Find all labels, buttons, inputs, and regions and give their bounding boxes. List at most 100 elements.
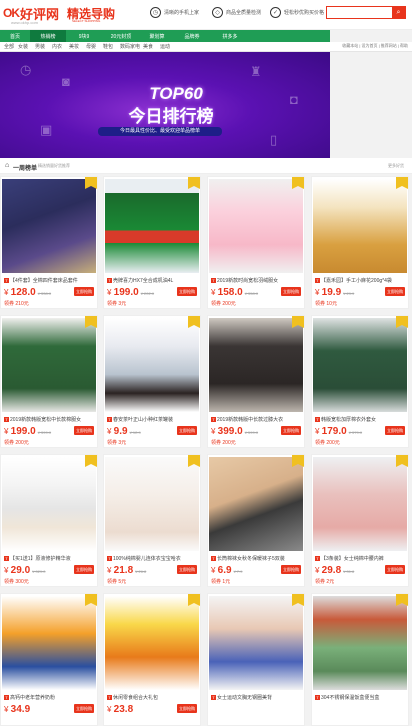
product-image[interactable] [209, 318, 303, 412]
buy-now-button[interactable]: 立即抢购 [177, 287, 197, 296]
coupon-label[interactable]: 领券 200元 [315, 439, 340, 446]
clock-icon: ◷ [20, 62, 32, 77]
product-card[interactable]: T 【嘉禾园】手工小麻花200g*4袋 ¥ 19.9 ¥ 29.9 立即抢购 领券 10元 [311, 176, 409, 309]
nav-item-9-9[interactable]: 9块9 [66, 30, 102, 42]
coupon-label[interactable]: 领券 1元 [211, 578, 230, 585]
product-title[interactable]: T 【3条装】女士纯棉中腰内裤 [315, 555, 407, 563]
nav-item-20[interactable]: 20元封顶 [102, 30, 140, 42]
category-digital[interactable]: 数码家电 [120, 43, 140, 50]
buy-now-button[interactable]: 立即抢购 [177, 426, 197, 435]
product-card[interactable]: T 春安茶叶正山小种红茶罐装 ¥ 9.9 ¥ 12.9 立即抢购 领券 3元 [103, 315, 201, 448]
site-logo[interactable]: OK 好评网 www.okhp.com [3, 2, 59, 25]
buy-now-button[interactable]: 立即抢购 [74, 426, 94, 435]
coupon-label[interactable]: 领券 2元 [315, 578, 334, 585]
product-card[interactable]: T 【买1送1】原液修护精华液 ¥ 29.0 ¥ 329.0 立即抢购 领券 300元 [0, 454, 98, 587]
product-card[interactable]: T 休闲零食组合大礼包 ¥ 23.8 立即抢购 [103, 593, 201, 726]
category-underwear[interactable]: 内衣 [52, 43, 62, 50]
product-title[interactable]: T 304不锈钢保温饭盒便当盒 [315, 694, 407, 702]
product-image[interactable] [2, 318, 96, 412]
buy-now-button[interactable]: 立即抢购 [74, 287, 94, 296]
product-title[interactable]: T 女士运动文胸无钢圈美背 [211, 694, 303, 702]
product-title[interactable]: T 【4件套】全棉四件套床品套件 [4, 277, 96, 285]
category-men[interactable]: 男装 [35, 43, 45, 50]
product-card[interactable]: T 2019新款韩版中长款过膝大衣 ¥ 399.0 ¥ 599.0 立即抢购 领券 200… [207, 315, 305, 448]
coupon-label[interactable]: 领券 3元 [107, 300, 126, 307]
product-image[interactable] [209, 457, 303, 551]
coupon-label[interactable]: 领券 5元 [107, 578, 126, 585]
product-image[interactable] [105, 596, 199, 690]
product-title[interactable]: T 壳牌喜力HX7全合成机油4L [107, 277, 199, 285]
nav-item-home[interactable]: 首页 [0, 30, 30, 42]
product-title[interactable]: T 长筒棉袜女秋冬保暖袜子5双装 [211, 555, 303, 563]
buy-now-button[interactable]: 立即抢购 [281, 565, 301, 574]
search-box[interactable]: ⌕ [326, 6, 406, 19]
search-icon[interactable]: ⌕ [392, 7, 405, 18]
product-image[interactable] [209, 179, 303, 273]
product-card[interactable]: T 100%纯棉婴儿连体衣宝宝哈衣 ¥ 21.8 ¥ 26.8 立即抢购 领券 5元 [103, 454, 201, 587]
product-card[interactable]: T 304不锈钢保温饭盒便当盒 [311, 593, 409, 726]
product-card[interactable]: T 女士运动文胸无钢圈美背 [207, 593, 305, 726]
coupon-label[interactable]: 领券 300元 [4, 578, 29, 585]
coupon-label[interactable]: 领券 200元 [211, 300, 236, 307]
category-beauty[interactable]: 美妆 [69, 43, 79, 50]
buy-now-button[interactable]: 立即抢购 [74, 704, 94, 713]
buy-now-button[interactable]: 立即抢购 [385, 287, 405, 296]
product-image[interactable] [2, 179, 96, 273]
product-title[interactable]: T 【买1送1】原液修护精华液 [4, 555, 96, 563]
nav-item-pdd[interactable]: 拼多多 [210, 30, 250, 42]
product-title[interactable]: T 春安茶叶正山小种红茶罐装 [107, 416, 199, 424]
category-women[interactable]: 女装 [18, 43, 28, 50]
product-title[interactable]: T 休闲零食组合大礼包 [107, 694, 199, 702]
coupon-label[interactable]: 领券 3元 [107, 439, 126, 446]
product-image[interactable] [313, 457, 407, 551]
product-card[interactable]: T 【3条装】女士纯棉中腰内裤 ¥ 29.8 ¥ 31.8 立即抢购 领券 2元 [311, 454, 409, 587]
product-card[interactable]: T 2019新款时尚宽松羽绒服女 ¥ 158.0 ¥ 358.0 立即抢购 领券 200元 [207, 176, 305, 309]
category-all[interactable]: 全部 [4, 43, 14, 50]
original-price: ¥ 12.9 [129, 430, 141, 435]
product-image[interactable] [2, 596, 96, 690]
buy-now-button[interactable]: 立即抢购 [281, 287, 301, 296]
buy-now-button[interactable]: 立即抢购 [177, 565, 197, 574]
buy-now-button[interactable]: 立即抢购 [385, 565, 405, 574]
product-title[interactable]: T 100%纯棉婴儿连体衣宝宝哈衣 [107, 555, 199, 563]
section-more-link[interactable]: 更多好货 [388, 163, 404, 169]
product-card[interactable]: T 韩版宽松加厚棉衣外套女 ¥ 179.0 ¥ 379.0 立即抢购 领券 200元 [311, 315, 409, 448]
product-title[interactable]: T 高钙中老年营养奶粉 [4, 694, 96, 702]
coupon-label[interactable]: 领券 200元 [211, 439, 236, 446]
coupon-label[interactable]: 领券 10元 [315, 300, 337, 307]
product-card[interactable]: T 长筒棉袜女秋冬保暖袜子5双装 ¥ 6.9 ¥ 7.9 立即抢购 领券 1元 [207, 454, 305, 587]
product-image[interactable] [209, 596, 303, 690]
product-card[interactable]: T 2019新款韩版宽松中长款棉服女 ¥ 199.0 ¥ 399.0 立即抢购 领券 20… [0, 315, 98, 448]
buy-now-button[interactable]: 立即抢购 [281, 426, 301, 435]
category-bags[interactable]: 鞋包 [103, 43, 113, 50]
original-price: ¥ 329.0 [32, 569, 46, 574]
product-image[interactable] [105, 457, 199, 551]
buy-now-button[interactable]: 立即抢购 [385, 426, 405, 435]
product-card[interactable]: T 高钙中老年营养奶粉 ¥ 34.9 立即抢购 [0, 593, 98, 726]
nav-item-hot[interactable]: 热销榜 [30, 30, 66, 42]
product-image[interactable] [105, 179, 199, 273]
nav-item-juhuasuan[interactable]: 聚划算 [140, 30, 174, 42]
top-right-links[interactable]: 收藏本站 | 设为首页 | 推荐网站 | 帮助 [342, 43, 408, 49]
product-card[interactable]: T 【4件套】全棉四件套床品套件 ¥ 128.0 ¥ 338.0 立即抢购 领券 210元 [0, 176, 98, 309]
product-card[interactable]: T 壳牌喜力HX7全合成机油4L ¥ 199.0 ¥ 202.0 立即抢购 领券 3元 [103, 176, 201, 309]
product-title[interactable]: T 2019新款韩版中长款过膝大衣 [211, 416, 303, 424]
category-baby[interactable]: 母婴 [86, 43, 96, 50]
product-image[interactable] [313, 318, 407, 412]
product-title[interactable]: T 韩版宽松加厚棉衣外套女 [315, 416, 407, 424]
product-title[interactable]: T 2019新款韩版宽松中长款棉服女 [4, 416, 96, 424]
nav-item-brand[interactable]: 品牌券 [174, 30, 210, 42]
product-image[interactable] [2, 457, 96, 551]
coupon-label[interactable]: 领券 210元 [4, 300, 29, 307]
category-sports[interactable]: 运动 [160, 43, 170, 50]
product-title[interactable]: T 【嘉禾园】手工小麻花200g*4袋 [315, 277, 407, 285]
category-food[interactable]: 美食 [143, 43, 153, 50]
buy-now-button[interactable]: 立即抢购 [177, 704, 197, 713]
top60-banner[interactable]: ◷ ◙ ♜ ◘ ▣ ▯ TOP60 今日排行榜 今日最具性价比、最受欢迎单品榜单 [0, 52, 330, 158]
product-image[interactable] [313, 179, 407, 273]
product-title[interactable]: T 2019新款时尚宽松羽绒服女 [211, 277, 303, 285]
product-image[interactable] [105, 318, 199, 412]
product-image[interactable] [313, 596, 407, 690]
coupon-label[interactable]: 领券 200元 [4, 439, 29, 446]
buy-now-button[interactable]: 立即抢购 [74, 565, 94, 574]
